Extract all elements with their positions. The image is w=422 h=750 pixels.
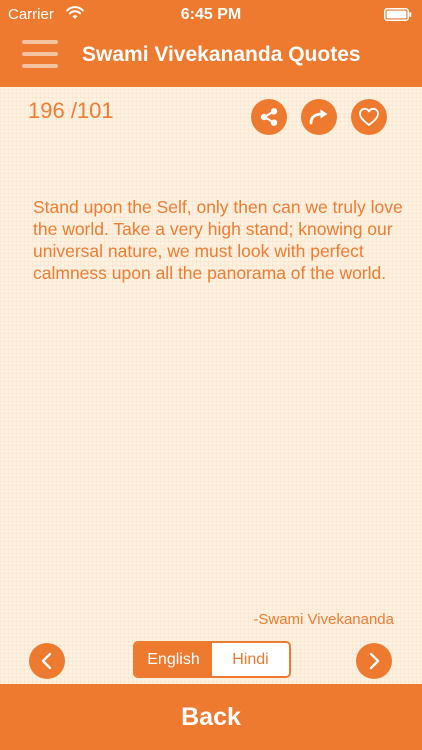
previous-quote-button[interactable] bbox=[29, 643, 65, 679]
heart-icon bbox=[359, 107, 379, 126]
quote-author: -Swami Vivekananda bbox=[253, 611, 394, 628]
quote-text: Stand upon the Self, only then can we tr… bbox=[33, 197, 403, 283]
language-option-english[interactable]: English bbox=[135, 643, 212, 676]
favorite-button[interactable] bbox=[351, 99, 387, 135]
chevron-right-icon bbox=[369, 652, 380, 670]
forward-button[interactable] bbox=[301, 99, 337, 135]
language-option-hindi[interactable]: Hindi bbox=[212, 643, 289, 676]
language-toggle: English Hindi bbox=[133, 641, 291, 678]
quote-counter: 196 /101 bbox=[28, 98, 114, 123]
navigation-bar: Swami Vivekananda Quotes bbox=[0, 30, 422, 87]
battery-icon bbox=[384, 8, 412, 21]
page-title: Swami Vivekananda Quotes bbox=[82, 43, 361, 66]
back-button[interactable]: Back bbox=[0, 684, 422, 750]
share-icon bbox=[260, 108, 278, 126]
status-time: 6:45 PM bbox=[180, 6, 242, 23]
menu-button[interactable] bbox=[20, 39, 60, 71]
next-quote-button[interactable] bbox=[356, 643, 392, 679]
status-bar: Carrier 6:45 PM bbox=[0, 0, 422, 30]
share-button[interactable] bbox=[251, 99, 287, 135]
forward-arrow-icon bbox=[309, 109, 328, 125]
chevron-left-icon bbox=[41, 652, 52, 670]
app-header: Carrier 6:45 PM Swami Vivekananda Quotes bbox=[0, 0, 422, 87]
